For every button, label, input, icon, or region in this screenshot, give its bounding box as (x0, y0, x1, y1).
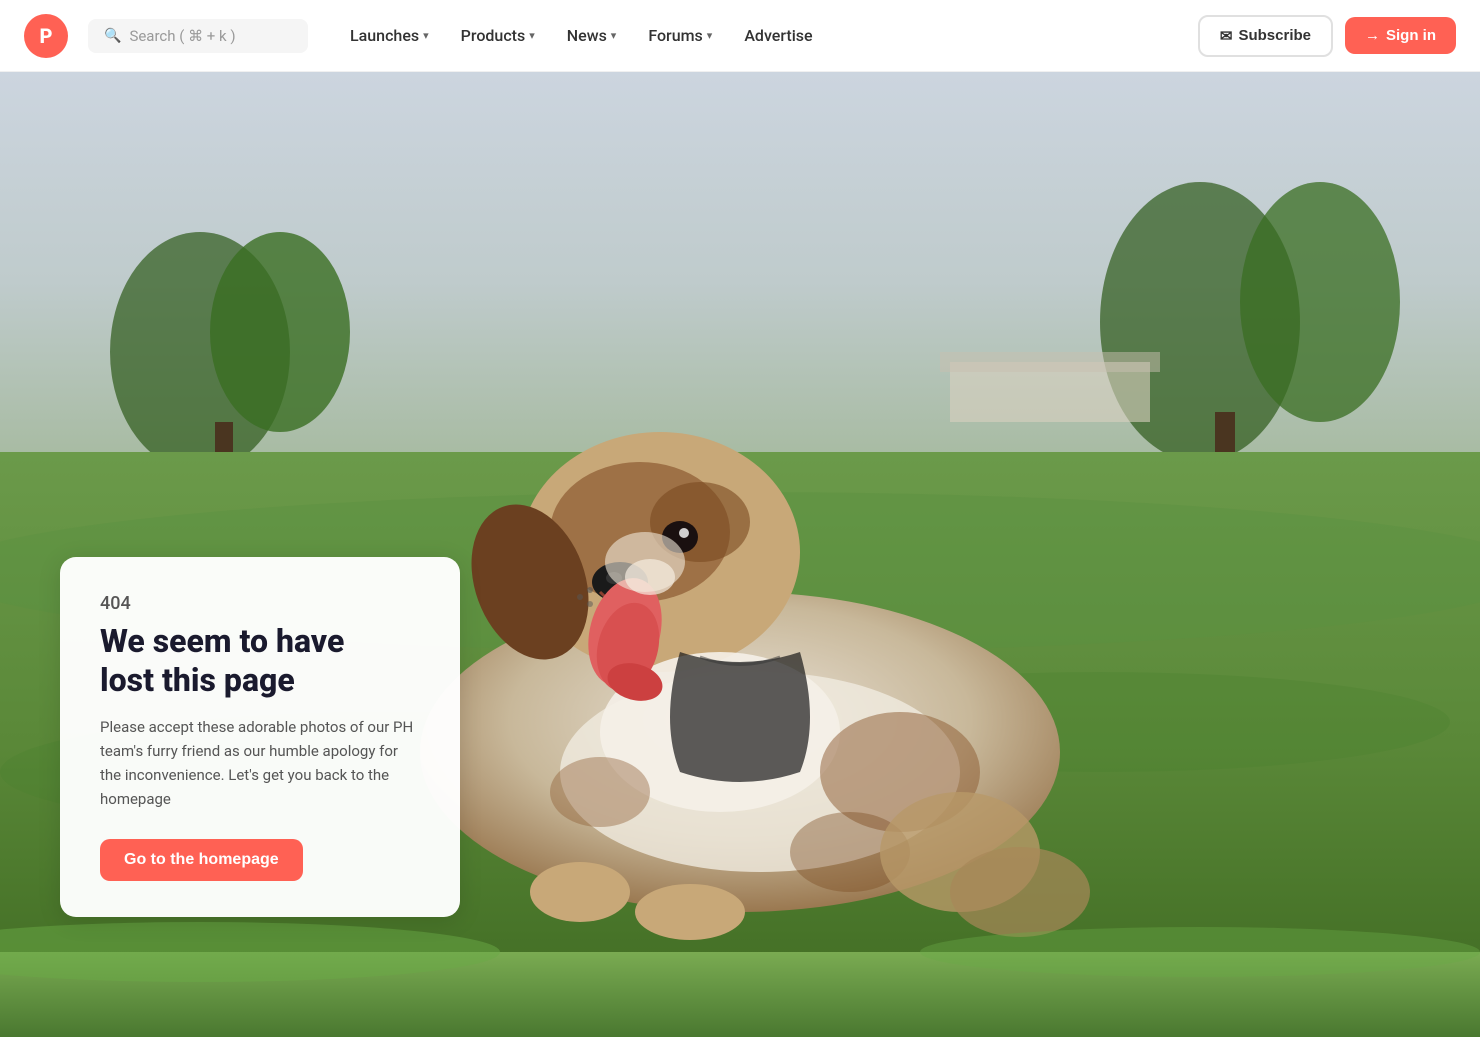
signin-icon: → (1365, 27, 1380, 44)
chevron-down-icon: ▾ (707, 29, 713, 42)
error-title: We seem to have lost this page (100, 622, 420, 699)
subscribe-icon: ✉ (1220, 27, 1233, 45)
search-box[interactable]: 🔍 Search ( ⌘ + k ) (88, 19, 308, 53)
logo[interactable]: P (24, 14, 68, 58)
navbar: P 🔍 Search ( ⌘ + k ) Launches ▾ Products… (0, 0, 1480, 72)
hero-area: 404 We seem to have lost this page Pleas… (0, 72, 1480, 1037)
nav-item-news[interactable]: News ▾ (553, 18, 631, 53)
subscribe-button[interactable]: ✉ Subscribe (1198, 15, 1333, 57)
signin-button[interactable]: → Sign in (1345, 17, 1456, 54)
nav-item-products[interactable]: Products ▾ (447, 18, 549, 53)
nav-item-advertise[interactable]: Advertise (730, 18, 826, 53)
nav-links: Launches ▾ Products ▾ News ▾ Forums ▾ Ad… (336, 18, 1186, 53)
go-to-homepage-button[interactable]: Go to the homepage (100, 839, 303, 881)
search-placeholder: Search ( ⌘ + k ) (129, 27, 235, 45)
logo-icon[interactable]: P (24, 14, 68, 58)
search-icon: 🔍 (104, 28, 121, 44)
nav-item-forums[interactable]: Forums ▾ (634, 18, 726, 53)
chevron-down-icon: ▾ (611, 29, 617, 42)
nav-item-launches[interactable]: Launches ▾ (336, 18, 443, 53)
nav-actions: ✉ Subscribe → Sign in (1198, 15, 1456, 57)
chevron-down-icon: ▾ (529, 29, 535, 42)
chevron-down-icon: ▾ (423, 29, 429, 42)
error-code: 404 (100, 593, 420, 614)
error-card: 404 We seem to have lost this page Pleas… (60, 557, 460, 917)
error-description: Please accept these adorable photos of o… (100, 715, 420, 811)
